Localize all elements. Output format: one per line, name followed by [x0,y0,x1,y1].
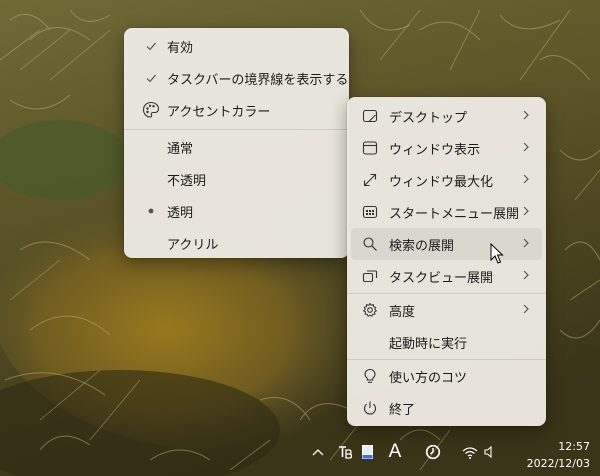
power-icon [355,392,385,424]
menu-item-label: アクリル [167,237,219,253]
gear-icon [355,294,385,326]
menu-option-opaque[interactable]: 不透明 [128,163,345,195]
menu-item-accent-color[interactable]: アクセントカラー [128,94,345,126]
menu-item-label: アクセントカラー [167,104,271,120]
menu-item-label: 起動時に実行 [389,336,468,352]
menu-item-show-border[interactable]: タスクバーの境界線を表示する [128,62,349,94]
menu-option-transparent[interactable]: 透明 [128,195,345,227]
task-view-icon [355,260,385,292]
menu-option-acrylic[interactable]: アクリル [128,227,345,259]
taskbar-tool-icon[interactable] [337,444,353,460]
menu-item-label: タスクビュー展開 [389,270,494,286]
chevron-right-icon [522,269,530,285]
menu-item-label: 使い方のコツ [389,370,468,386]
menu-item-label: 終了 [389,402,416,418]
chevron-up-icon[interactable] [310,444,326,460]
menu-item-label: ウィンドウ表示 [389,142,481,158]
chevron-right-icon [522,237,530,253]
menu-item-tips[interactable]: 使い方のコツ [351,360,542,392]
volume-icon[interactable] [483,444,497,460]
menu-item-label: 透明 [167,205,194,221]
menu-item-label: デスクトップ [389,110,468,126]
lightbulb-icon [355,360,385,392]
window-icon [355,132,385,164]
check-icon [136,62,166,94]
chevron-right-icon [522,173,530,189]
menu-item-enabled[interactable]: 有効 [128,30,345,62]
menu-item-start-menu-expand[interactable]: スタートメニュー展開 [351,196,542,228]
menu-item-label: 高度 [389,304,416,320]
clock-time: 12:57 [558,440,590,453]
chevron-right-icon [522,205,530,221]
menu-item-label: タスクバーの境界線を表示する [167,72,349,88]
menu-item-run-at-startup[interactable]: 起動時に実行 [351,326,542,358]
maximize-icon [355,164,385,196]
main-context-menu: デスクトップ ウィンドウ表示 ウィンドウ最大化 スタートメニュー展開 検索の展開 [347,97,546,426]
desktop-icon [355,100,385,132]
menu-item-exit[interactable]: 終了 [351,392,542,424]
menu-item-label: 不透明 [167,173,207,189]
menu-item-label: ウィンドウ最大化 [389,174,494,190]
menu-item-label: 通常 [167,141,194,157]
radio-dot-icon [136,195,166,227]
menu-item-window-maximize[interactable]: ウィンドウ最大化 [351,164,542,196]
font-icon[interactable]: A [386,441,404,463]
notepad-icon[interactable] [360,444,374,460]
menu-item-label: 有効 [167,40,194,56]
menu-item-window-display[interactable]: ウィンドウ表示 [351,132,542,164]
menu-item-advanced[interactable]: 高度 [351,294,542,326]
taskbar [0,436,600,476]
chevron-right-icon [522,109,530,125]
menu-item-search-expand[interactable]: 検索の展開 [351,228,542,260]
start-menu-icon [355,196,385,228]
menu-item-label: スタートメニュー展開 [389,206,520,222]
appearance-menu: 有効 タスクバーの境界線を表示する アクセントカラー 通常 不透明 透明 アクリ… [124,28,349,258]
clock-date: 2022/12/03 [526,457,590,470]
taskbar-clock[interactable]: 12:57 2022/12/03 [527,438,590,472]
mouse-cursor-icon [490,243,504,264]
chevron-right-icon [522,141,530,157]
check-icon [136,30,166,62]
palette-icon [136,94,166,126]
app-clock-icon[interactable] [424,444,442,460]
search-icon [355,228,385,260]
menu-separator [124,129,349,130]
menu-item-label: 検索の展開 [389,238,455,254]
menu-item-desktop[interactable]: デスクトップ [351,100,542,132]
menu-option-normal[interactable]: 通常 [128,131,345,163]
chevron-right-icon [522,303,530,319]
wifi-icon[interactable] [462,446,478,460]
menu-item-task-view-expand[interactable]: タスクビュー展開 [351,260,542,292]
